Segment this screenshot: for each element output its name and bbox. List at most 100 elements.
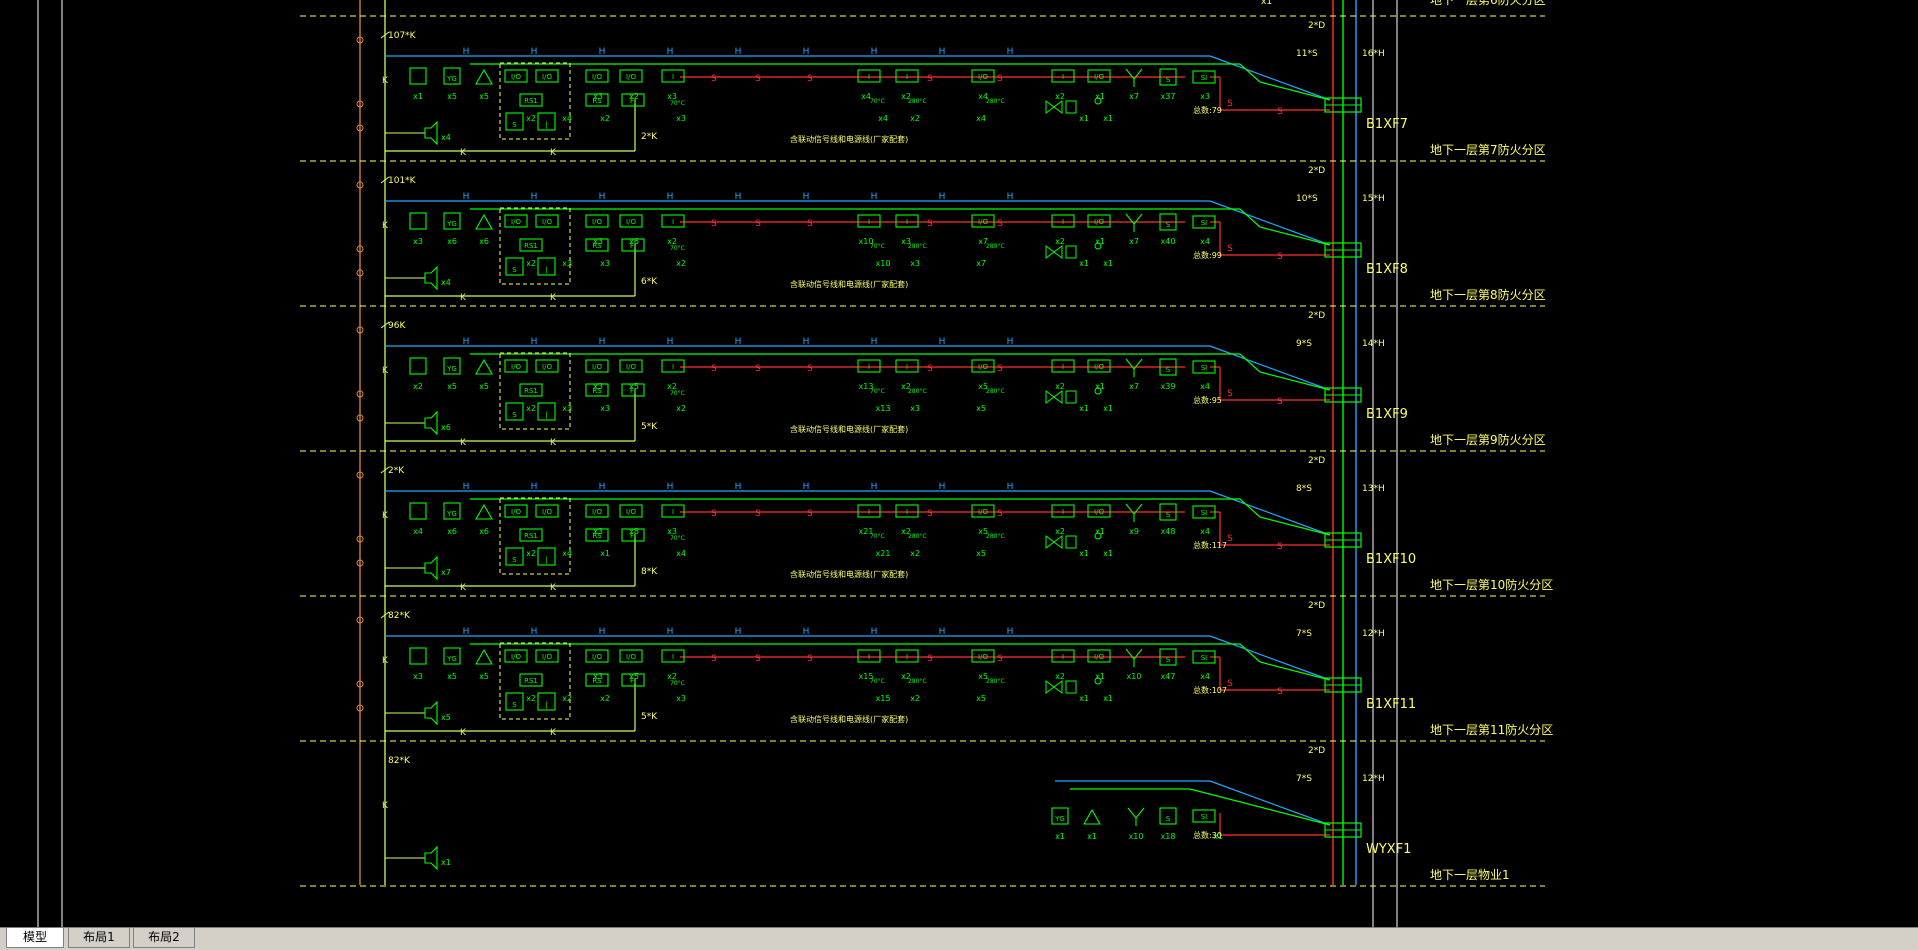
h-mark: H [735, 337, 742, 347]
k-count: 96K [388, 321, 406, 331]
input-module-icon-text: I [1062, 508, 1064, 516]
io-module-icon: I/O [971, 69, 995, 83]
flow-switch-icon [1065, 100, 1077, 114]
sub-k-label: 8*K [641, 567, 658, 577]
k-mark: K [460, 148, 467, 158]
bus-h-blue-diag [1209, 345, 1331, 391]
temp-label-280: 280°C [986, 388, 1005, 395]
qty-sub-label-8: x1 [1103, 404, 1113, 413]
qty-label-7: x2 [667, 672, 677, 681]
k-mark: K [382, 511, 389, 521]
tab-model[interactable]: 模型 [6, 928, 64, 948]
s-mark: S [997, 219, 1003, 229]
speaker-icon [424, 700, 438, 726]
input-module-icon-text: I [1062, 73, 1064, 81]
k-mark: K [550, 148, 557, 158]
io-module-icon-text: I/O [1094, 218, 1104, 226]
handpull-alarm-icon: YG [443, 67, 461, 85]
io-module-icon-text: I/O [626, 73, 636, 81]
short-isolator-icon-text: SI [1201, 654, 1208, 662]
smoke-detector-icon-frame [409, 502, 427, 520]
damper-icon: | [537, 547, 556, 566]
k-mark: K [382, 656, 389, 666]
heat-detector-icon [1083, 808, 1101, 825]
zone-label: 地下一层第11防火分区 [1430, 722, 1553, 737]
zone-label: 地下一层第7防火分区 [1430, 142, 1546, 157]
fire-zone-b1xf7: 107*K K H H H H H H H H H S S S S S S S K K 2*K x4 I/O I/O RS1 S |… [356, 21, 1546, 158]
io-module-icon-text: I/O [978, 363, 988, 371]
qty-label-0: x1 [413, 92, 423, 101]
damper-icon-text: | [545, 411, 547, 419]
cad-drawing-canvas[interactable]: x1 地下一层第6防火分区 107*K K H H H H H H H H H S S S S S S S K K 2*K x… [0, 0, 1918, 927]
fire-zone-b1xf9: 96K K H H H H H H H H H S S S S S S S K K 5*K x6 I/O I/O RS1 S | I/… [356, 311, 1546, 448]
qty-sub-label-1: x4 [562, 114, 572, 123]
damper-icon-text: | [545, 701, 547, 709]
input-module-icon-text: I [868, 218, 870, 226]
qty-sub-label-6: x4 [976, 114, 986, 123]
qty-sub-label-6: x5 [976, 694, 986, 703]
valve-icon [1045, 100, 1063, 114]
k-mark: K [382, 366, 389, 376]
io-module-icon-text: I/O [626, 508, 636, 516]
temp-label-70: 70°C [870, 98, 885, 105]
h-count-label: 15*H [1362, 194, 1385, 204]
input-module-icon-text: I [672, 508, 674, 516]
qty-label-10: x5 [978, 672, 988, 681]
damper-icon: | [537, 402, 556, 421]
top-partial-zone-label: 地下一层第6防火分区 [1430, 0, 1546, 7]
s-mark: S [927, 219, 933, 229]
damper-icon: | [537, 257, 556, 276]
tab-layout-2[interactable]: 布局2 [133, 928, 195, 948]
rs1-module-icon: RS1 [519, 673, 543, 687]
h-mark: H [939, 627, 946, 637]
h-mark: H [463, 337, 470, 347]
h-mark: H [531, 47, 538, 57]
damper-icon: | [537, 692, 556, 711]
heat-detector-icon [475, 358, 493, 375]
s-mark: S [997, 74, 1003, 84]
qty-label-5: x3 [593, 92, 603, 101]
signal-valve-icon-text: S [1166, 76, 1171, 84]
qty-label-0: x4 [413, 527, 423, 536]
h-count-label: 12*H [1362, 629, 1385, 639]
input-module-icon-text: I [906, 73, 908, 81]
qty-sub-label-0: x2 [526, 114, 536, 123]
flow-switch-icon [1065, 680, 1077, 694]
qty-sub-label-7: x1 [1079, 549, 1089, 558]
k-mark: K [382, 76, 389, 86]
total-label: 总数:99 [1193, 250, 1222, 260]
qty-sub-label-6: x5 [976, 404, 986, 413]
qty-sub-label-3: x2 [676, 259, 686, 268]
horn-qty: x5 [441, 713, 451, 722]
qty-label-2: x5 [479, 672, 489, 681]
qty-sub-label-4: x21 [876, 549, 891, 558]
qty-sub-label-5: x3 [910, 404, 920, 413]
io-module-icon-text: I/O [542, 363, 552, 371]
horn-qty: x4 [441, 133, 451, 142]
bus-h-blue-diag [1209, 780, 1331, 826]
input-module-icon: I [1051, 649, 1075, 663]
qty-label-15: x4 [1200, 672, 1210, 681]
linkage-note: 含联动信号线和电源线(厂家配套) [790, 569, 908, 579]
h-mark: H [871, 337, 878, 347]
s-count-label: 11*S [1296, 49, 1318, 59]
io-module-icon-text: I/O [1094, 363, 1104, 371]
qty-sub-label-7: x1 [1079, 259, 1089, 268]
input-module-icon: I [857, 214, 881, 228]
input-module-icon: I [661, 649, 685, 663]
qty-sub-label-8: x1 [1103, 549, 1113, 558]
qty-label-7: x3 [667, 92, 677, 101]
s-mark: S [1277, 252, 1283, 262]
qty-sub-label-8: x1 [1103, 694, 1113, 703]
tab-layout-1[interactable]: 布局1 [68, 928, 130, 948]
d-label: 2*D [1308, 311, 1325, 321]
valve-icon [1045, 680, 1063, 694]
k-mark: K [460, 293, 467, 303]
h-mark: H [939, 482, 946, 492]
qty-label-0: x3 [413, 237, 423, 246]
speaker-icon [424, 265, 438, 291]
qty-sub-label-6: x7 [976, 259, 986, 268]
k-mark: K [460, 583, 467, 593]
k-mark: K [460, 728, 467, 738]
qty-label-15: x4 [1200, 527, 1210, 536]
